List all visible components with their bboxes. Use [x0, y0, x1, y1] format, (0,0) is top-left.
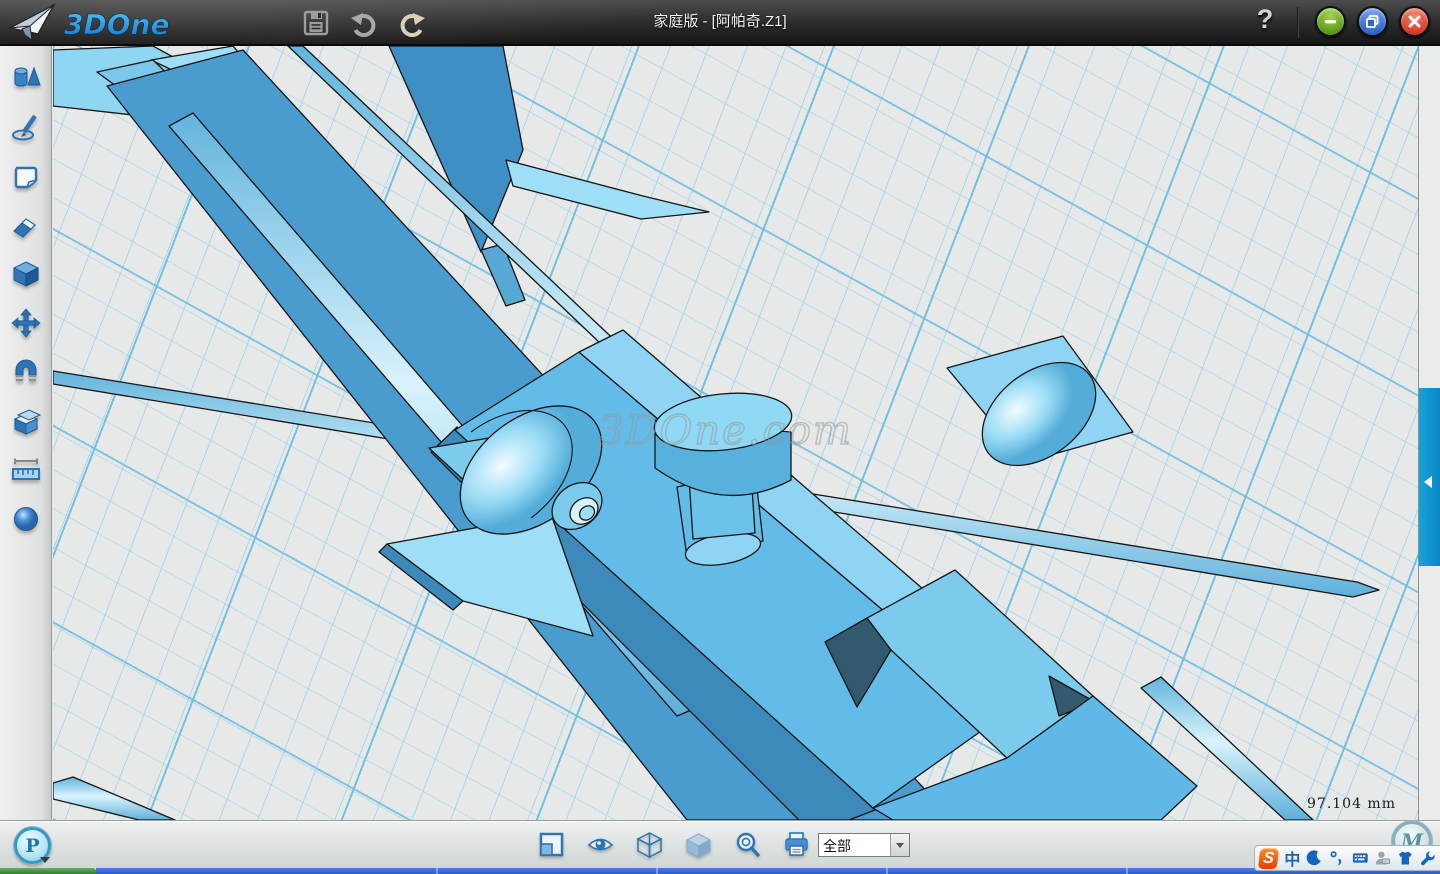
- move-icon[interactable]: [11, 308, 41, 338]
- task-separator: [1126, 868, 1128, 874]
- chevron-down-icon: [896, 843, 904, 848]
- minimize-button[interactable]: [1315, 6, 1346, 37]
- restore-button[interactable]: [1357, 6, 1388, 37]
- moon-icon[interactable]: [1306, 849, 1323, 867]
- keyboard-icon[interactable]: [1352, 849, 1369, 867]
- view-layout-icon[interactable]: [538, 831, 565, 858]
- feature-cube-icon[interactable]: [11, 259, 41, 289]
- user-icon[interactable]: [1374, 849, 1391, 867]
- close-icon: [1407, 14, 1422, 29]
- measure-icon[interactable]: [11, 455, 41, 485]
- punctuation-icon[interactable]: [1329, 849, 1346, 867]
- chevron-left-icon: [1424, 476, 1432, 488]
- close-button[interactable]: [1399, 6, 1430, 37]
- title-bar: 3DOne 家庭版 - [阿帕奇.Z1] ?: [0, 0, 1440, 46]
- print-icon[interactable]: [783, 831, 810, 858]
- badge-dropdown-caret[interactable]: [40, 857, 50, 863]
- restore-icon: [1365, 14, 1380, 29]
- viewport-3d[interactable]: 3DOne.com 97.104 mm: [53, 46, 1418, 820]
- right-panel-strip: [1418, 46, 1440, 820]
- bottom-toolbar: P: [0, 820, 1440, 868]
- window-controls: [1315, 6, 1430, 37]
- display-filter-select[interactable]: 全部: [818, 833, 910, 857]
- wrench-icon[interactable]: [1419, 849, 1436, 867]
- material-sphere-icon[interactable]: [11, 504, 41, 534]
- snap-magnet-icon[interactable]: [11, 357, 41, 387]
- sketch-plane-icon[interactable]: [11, 161, 41, 191]
- wireframe-display-icon[interactable]: [636, 831, 663, 858]
- sogou-logo[interactable]: S: [1258, 848, 1280, 869]
- shaded-display-icon[interactable]: [685, 831, 712, 858]
- trim-icon[interactable]: [11, 210, 41, 240]
- panel-expand-tab[interactable]: [1419, 388, 1440, 566]
- task-separator: [886, 868, 888, 874]
- os-taskbar: [0, 868, 1440, 874]
- shirt-icon[interactable]: [1397, 849, 1414, 867]
- minimize-icon: [1323, 14, 1338, 29]
- sketch-draw-icon[interactable]: [11, 112, 41, 142]
- start-button[interactable]: [0, 868, 96, 874]
- display-filter-value: 全部: [819, 834, 890, 856]
- taskbar-tasks[interactable]: [96, 868, 1440, 874]
- task-separator: [436, 868, 438, 874]
- measurement-readout: 97.104 mm: [1307, 796, 1396, 812]
- help-button[interactable]: ?: [1252, 4, 1278, 35]
- zoom-icon[interactable]: [734, 831, 761, 858]
- select-dropdown-button[interactable]: [890, 834, 909, 856]
- ime-toolbar: S 中: [1254, 845, 1440, 871]
- task-separator: [656, 868, 658, 874]
- visibility-eye-icon[interactable]: [587, 831, 614, 858]
- ime-mode-chinese[interactable]: 中: [1284, 846, 1300, 870]
- titlebar-separator: [1297, 7, 1299, 38]
- helicopter-model: [53, 46, 1418, 820]
- window-title: 家庭版 - [阿帕奇.Z1]: [0, 0, 1440, 46]
- left-toolbar: [0, 46, 52, 820]
- assembly-icon[interactable]: [11, 406, 41, 436]
- view-tools: [538, 831, 810, 858]
- primitives-icon[interactable]: [11, 63, 41, 93]
- main-area: 3DOne.com 97.104 mm: [0, 46, 1440, 820]
